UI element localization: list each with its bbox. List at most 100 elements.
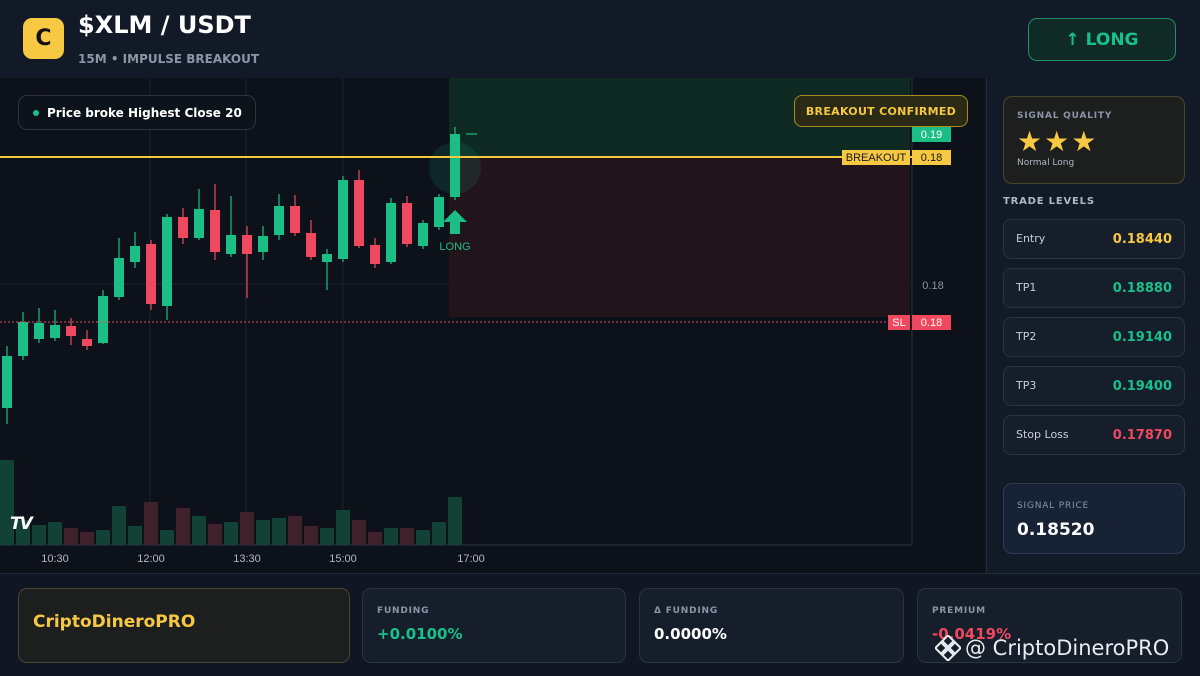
volume-bar (48, 522, 62, 545)
delta-funding-card: Δ FUNDING 0.0000% (639, 588, 904, 663)
candle-body (306, 233, 316, 257)
candle-body (338, 180, 348, 259)
signal-panel: SIGNAL QUALITY ★★★ Normal Long TRADE LEV… (986, 78, 1200, 573)
watermark: @ CriptoDineroPRO (935, 635, 1169, 661)
volume-bar (256, 520, 270, 545)
volume-bar (320, 528, 334, 545)
candle-body (194, 209, 204, 238)
tradingview-logo-icon[interactable]: TV (10, 514, 33, 534)
signal-glow (429, 142, 481, 194)
star-rating-icon: ★★★ (1017, 125, 1099, 158)
candle-body (370, 245, 380, 264)
candle-body (82, 339, 92, 346)
signal-quality-subtitle: Normal Long (1017, 158, 1075, 168)
time-axis-label: 17:00 (457, 553, 485, 565)
trade-level-label: TP2 (1016, 330, 1037, 343)
volume-bar (272, 518, 286, 545)
current-price-label: 0.19 (921, 129, 942, 141)
candle-body (402, 203, 412, 244)
stop-loss-tag: SL (892, 317, 905, 329)
time-axis-label: 15:00 (329, 553, 357, 565)
candle-body (2, 356, 12, 408)
brand-name: CriptoDineroPRO (33, 612, 196, 632)
volume-bar (64, 528, 78, 545)
axis-price-label: 0.18 (922, 280, 943, 292)
candle-body (322, 254, 332, 262)
price-chart[interactable]: LONG 0.19 BREAKOUT 0.18 SL 0.18 0.18 10:30 12:00… (0, 78, 985, 573)
volume-bar (416, 530, 430, 545)
trade-level-value: 0.17870 (1112, 428, 1172, 443)
volume-bar (80, 532, 94, 545)
delta-funding-value: 0.0000% (654, 625, 727, 643)
volume-bar (288, 516, 302, 545)
volume-bar (112, 506, 126, 545)
volume-bar (304, 526, 318, 545)
trade-level-value: 0.18880 (1112, 281, 1172, 296)
timeframe-subtitle: 15M • IMPULSE BREAKOUT (78, 52, 260, 66)
breakout-price-label: 0.18 (921, 152, 942, 164)
candle-body (434, 197, 444, 227)
signal-price-label: SIGNAL PRICE (1017, 501, 1090, 511)
time-axis-label: 10:30 (41, 553, 69, 565)
candle-body (354, 180, 364, 246)
breakout-info-pill: Price broke Highest Close 20 (18, 95, 256, 130)
candle-body (242, 235, 252, 254)
candle-body (226, 235, 236, 254)
premium-label: PREMIUM (932, 606, 986, 616)
trade-level-value: 0.19140 (1112, 330, 1172, 345)
app-logo: C (23, 18, 64, 59)
long-direction-button[interactable]: ↑ LONG (1028, 18, 1176, 61)
candle-body (146, 244, 156, 304)
volume-bar (448, 497, 462, 545)
volume-bar (128, 526, 142, 545)
candle-body (162, 217, 172, 306)
candle-body (386, 203, 396, 262)
volume-bar (96, 530, 110, 545)
trade-level-row: TP3 0.19400 (1003, 366, 1185, 406)
breakout-info-text: Price broke Highest Close 20 (47, 105, 242, 120)
candle-body (114, 258, 124, 297)
time-axis-label: 13:30 (233, 553, 261, 565)
candle-body (274, 206, 284, 235)
trade-level-label: Stop Loss (1016, 428, 1069, 441)
time-axis-label: 12:00 (137, 553, 165, 565)
pair-title: $XLM / USDT (78, 11, 251, 39)
candle-body (178, 217, 188, 238)
candle-body (18, 322, 28, 356)
volume-bar (160, 530, 174, 545)
volume-bar (336, 510, 350, 545)
long-marker-label: LONG (439, 241, 470, 253)
trade-level-label: TP1 (1016, 281, 1037, 294)
signal-price-value: 0.18520 (1017, 520, 1095, 540)
candle-body (66, 326, 76, 336)
volume-bar (240, 512, 254, 545)
funding-card: FUNDING +0.0100% (362, 588, 626, 663)
trade-levels-title: TRADE LEVELS (1003, 196, 1095, 207)
candle-body (34, 323, 44, 339)
trade-level-row: Stop Loss 0.17870 (1003, 415, 1185, 455)
volume-bar (384, 528, 398, 545)
trade-level-label: Entry (1016, 232, 1046, 245)
volume-bar (32, 525, 46, 545)
watermark-text: @ CriptoDineroPRO (965, 636, 1170, 660)
trade-level-label: TP3 (1016, 379, 1037, 392)
volume-bar (224, 522, 238, 545)
trade-level-value: 0.19400 (1112, 379, 1172, 394)
candle-body (130, 246, 140, 262)
volume-bar (352, 520, 366, 545)
volume-bar (144, 502, 158, 545)
binance-square-icon (935, 635, 961, 661)
stop-loss-zone (449, 157, 910, 317)
funding-value: +0.0100% (377, 625, 463, 643)
trade-level-row: TP2 0.19140 (1003, 317, 1185, 357)
volume-bar (368, 532, 382, 545)
delta-funding-label: Δ FUNDING (654, 606, 719, 616)
trade-level-row: TP1 0.18880 (1003, 268, 1185, 308)
volume-bar (432, 522, 446, 545)
breakout-confirmed-badge: BREAKOUT CONFIRMED (794, 95, 968, 127)
volume-bar (208, 524, 222, 545)
volume-bar (176, 508, 190, 545)
signal-quality-card: SIGNAL QUALITY ★★★ Normal Long (1003, 96, 1185, 184)
brand-card: CriptoDineroPRO (18, 588, 350, 663)
trade-level-value: 0.18440 (1112, 232, 1172, 247)
